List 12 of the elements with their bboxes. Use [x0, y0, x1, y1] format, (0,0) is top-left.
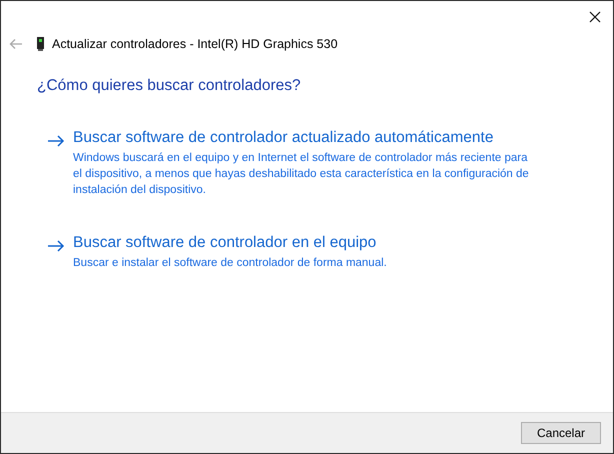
- option-description: Buscar e instalar el software de controlador de forma manual.: [73, 256, 387, 271]
- question-heading: ¿Cómo quieres buscar controladores?: [37, 77, 302, 95]
- close-icon: [589, 11, 601, 23]
- graphics-card-icon: [37, 37, 44, 51]
- arrow-icon: [47, 135, 65, 147]
- option-link[interactable]: Buscar software de controlador actualizado automáticamente: [73, 129, 533, 147]
- option-description: Windows buscará en el equipo y en Internet el software de controlador más reciente para el dispositivo, a menos que hayas deshabilitado esta característica en la configuración de instalación del dispositivo.: [73, 151, 530, 198]
- option-link[interactable]: Buscar software de controlador en el equipo: [73, 234, 387, 252]
- cancel-button[interactable]: Cancelar: [521, 422, 601, 444]
- window-title: Actualizar controladores - Intel(R) HD Graphics 530: [52, 37, 338, 51]
- arrow-icon: [47, 240, 65, 252]
- back-arrow-icon: [9, 38, 23, 50]
